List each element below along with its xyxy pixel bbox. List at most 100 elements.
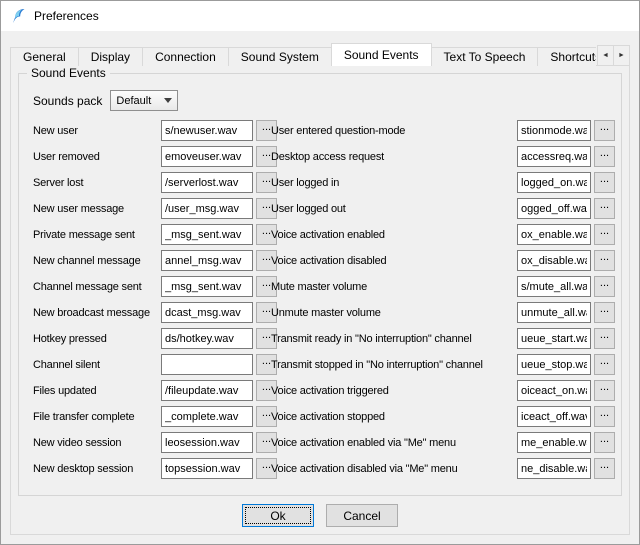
sound-event-row: New user message...: [33, 198, 277, 219]
sound-event-row: User logged in...: [271, 172, 615, 193]
tab-connection[interactable]: Connection: [142, 47, 229, 66]
sound-file-input[interactable]: [161, 354, 253, 375]
sound-event-label: User logged out: [271, 203, 514, 215]
sound-event-row: Voice activation stopped...: [271, 406, 615, 427]
sound-event-row: Mute master volume...: [271, 276, 615, 297]
sound-file-input[interactable]: [517, 458, 591, 479]
tab-sound-events[interactable]: Sound Events: [331, 43, 432, 66]
browse-button[interactable]: ...: [594, 406, 615, 427]
sound-event-label: New user: [33, 125, 158, 137]
tab-scroller: ◄ ►: [598, 45, 630, 66]
sound-event-row: Desktop access request...: [271, 146, 615, 167]
sound-event-label: New channel message: [33, 255, 158, 267]
tab-display[interactable]: Display: [78, 47, 143, 66]
browse-button[interactable]: ...: [594, 328, 615, 349]
tab-bar: GeneralDisplayConnectionSound SystemSoun…: [10, 43, 596, 66]
sound-file-input[interactable]: [161, 198, 253, 219]
sound-event-label: File transfer complete: [33, 411, 158, 423]
sound-event-label: Voice activation disabled via "Me" menu: [271, 463, 514, 475]
chevron-down-icon: [164, 98, 172, 103]
sound-file-input[interactable]: [161, 432, 253, 453]
sound-file-input[interactable]: [517, 432, 591, 453]
ok-button[interactable]: Ok: [242, 504, 314, 527]
sound-file-input[interactable]: [517, 250, 591, 271]
sound-file-input[interactable]: [161, 380, 253, 401]
browse-button[interactable]: ...: [594, 432, 615, 453]
sound-event-row: File transfer complete...: [33, 406, 277, 427]
sound-event-label: Voice activation enabled via "Me" menu: [271, 437, 514, 449]
browse-button[interactable]: ...: [594, 250, 615, 271]
dialog-buttons: Ok Cancel: [11, 504, 629, 527]
browse-button[interactable]: ...: [594, 172, 615, 193]
sound-file-input[interactable]: [161, 250, 253, 271]
sound-event-label: Voice activation enabled: [271, 229, 514, 241]
browse-button[interactable]: ...: [594, 120, 615, 141]
sound-event-label: Voice activation disabled: [271, 255, 514, 267]
browse-button[interactable]: ...: [594, 224, 615, 245]
sound-event-label: Desktop access request: [271, 151, 514, 163]
sound-file-input[interactable]: [517, 146, 591, 167]
sound-event-label: New broadcast message: [33, 307, 158, 319]
sound-file-input[interactable]: [517, 276, 591, 297]
sound-event-label: Server lost: [33, 177, 158, 189]
browse-button[interactable]: ...: [594, 146, 615, 167]
sound-file-input[interactable]: [161, 328, 253, 349]
titlebar[interactable]: Preferences: [1, 1, 639, 31]
tab-page-sound-events: Sound Events Sounds pack Default New use…: [10, 65, 630, 535]
sound-event-label: User removed: [33, 151, 158, 163]
sound-event-row: New desktop session...: [33, 458, 277, 479]
sound-file-input[interactable]: [161, 146, 253, 167]
sound-file-input[interactable]: [517, 198, 591, 219]
sound-event-label: Transmit ready in "No interruption" chan…: [271, 333, 514, 345]
tab-general[interactable]: General: [10, 47, 79, 66]
sound-event-row: Voice activation triggered...: [271, 380, 615, 401]
sound-event-row: User logged out...: [271, 198, 615, 219]
window-title: Preferences: [34, 9, 99, 23]
sound-file-input[interactable]: [517, 224, 591, 245]
tab-shortcuts[interactable]: Shortcuts: [537, 47, 596, 66]
tab-scroll-left-button[interactable]: ◄: [597, 45, 614, 66]
browse-button[interactable]: ...: [594, 380, 615, 401]
sound-event-row: Transmit ready in "No interruption" chan…: [271, 328, 615, 349]
sound-file-input[interactable]: [517, 380, 591, 401]
tab-sound-system[interactable]: Sound System: [228, 47, 332, 66]
browse-button[interactable]: ...: [594, 302, 615, 323]
browse-button[interactable]: ...: [594, 354, 615, 375]
sounds-pack-value: Default: [116, 95, 151, 107]
sound-file-input[interactable]: [517, 406, 591, 427]
sound-event-row: Private message sent...: [33, 224, 277, 245]
sound-file-input[interactable]: [161, 302, 253, 323]
sound-file-input[interactable]: [517, 354, 591, 375]
browse-button[interactable]: ...: [594, 458, 615, 479]
sound-event-row: Transmit stopped in "No interruption" ch…: [271, 354, 615, 375]
browse-button[interactable]: ...: [594, 198, 615, 219]
sound-event-label: New desktop session: [33, 463, 158, 475]
sound-event-label: Voice activation stopped: [271, 411, 514, 423]
sound-event-row: Voice activation enabled...: [271, 224, 615, 245]
sound-file-input[interactable]: [161, 458, 253, 479]
sound-event-row: New user...: [33, 120, 277, 141]
sound-event-row: Unmute master volume...: [271, 302, 615, 323]
sound-file-input[interactable]: [161, 276, 253, 297]
sound-event-label: Channel message sent: [33, 281, 158, 293]
sound-file-input[interactable]: [517, 120, 591, 141]
sound-event-row: New broadcast message...: [33, 302, 277, 323]
sound-file-input[interactable]: [161, 224, 253, 245]
sound-file-input[interactable]: [161, 172, 253, 193]
tab-scroll-right-button[interactable]: ►: [613, 45, 630, 66]
sound-file-input[interactable]: [517, 172, 591, 193]
sound-event-row: Channel silent...: [33, 354, 277, 375]
sound-event-label: Private message sent: [33, 229, 158, 241]
browse-button[interactable]: ...: [594, 276, 615, 297]
preferences-window: Preferences GeneralDisplayConnectionSoun…: [0, 0, 640, 545]
sound-events-column-left: New user...User removed...Server lost...…: [33, 120, 277, 484]
sound-file-input[interactable]: [517, 328, 591, 349]
sound-file-input[interactable]: [161, 406, 253, 427]
sound-event-row: Hotkey pressed...: [33, 328, 277, 349]
sounds-pack-combobox[interactable]: Default: [110, 90, 178, 111]
sound-file-input[interactable]: [161, 120, 253, 141]
cancel-button[interactable]: Cancel: [326, 504, 398, 527]
sound-file-input[interactable]: [517, 302, 591, 323]
sound-event-label: Voice activation triggered: [271, 385, 514, 397]
tab-text-to-speech[interactable]: Text To Speech: [431, 47, 539, 66]
